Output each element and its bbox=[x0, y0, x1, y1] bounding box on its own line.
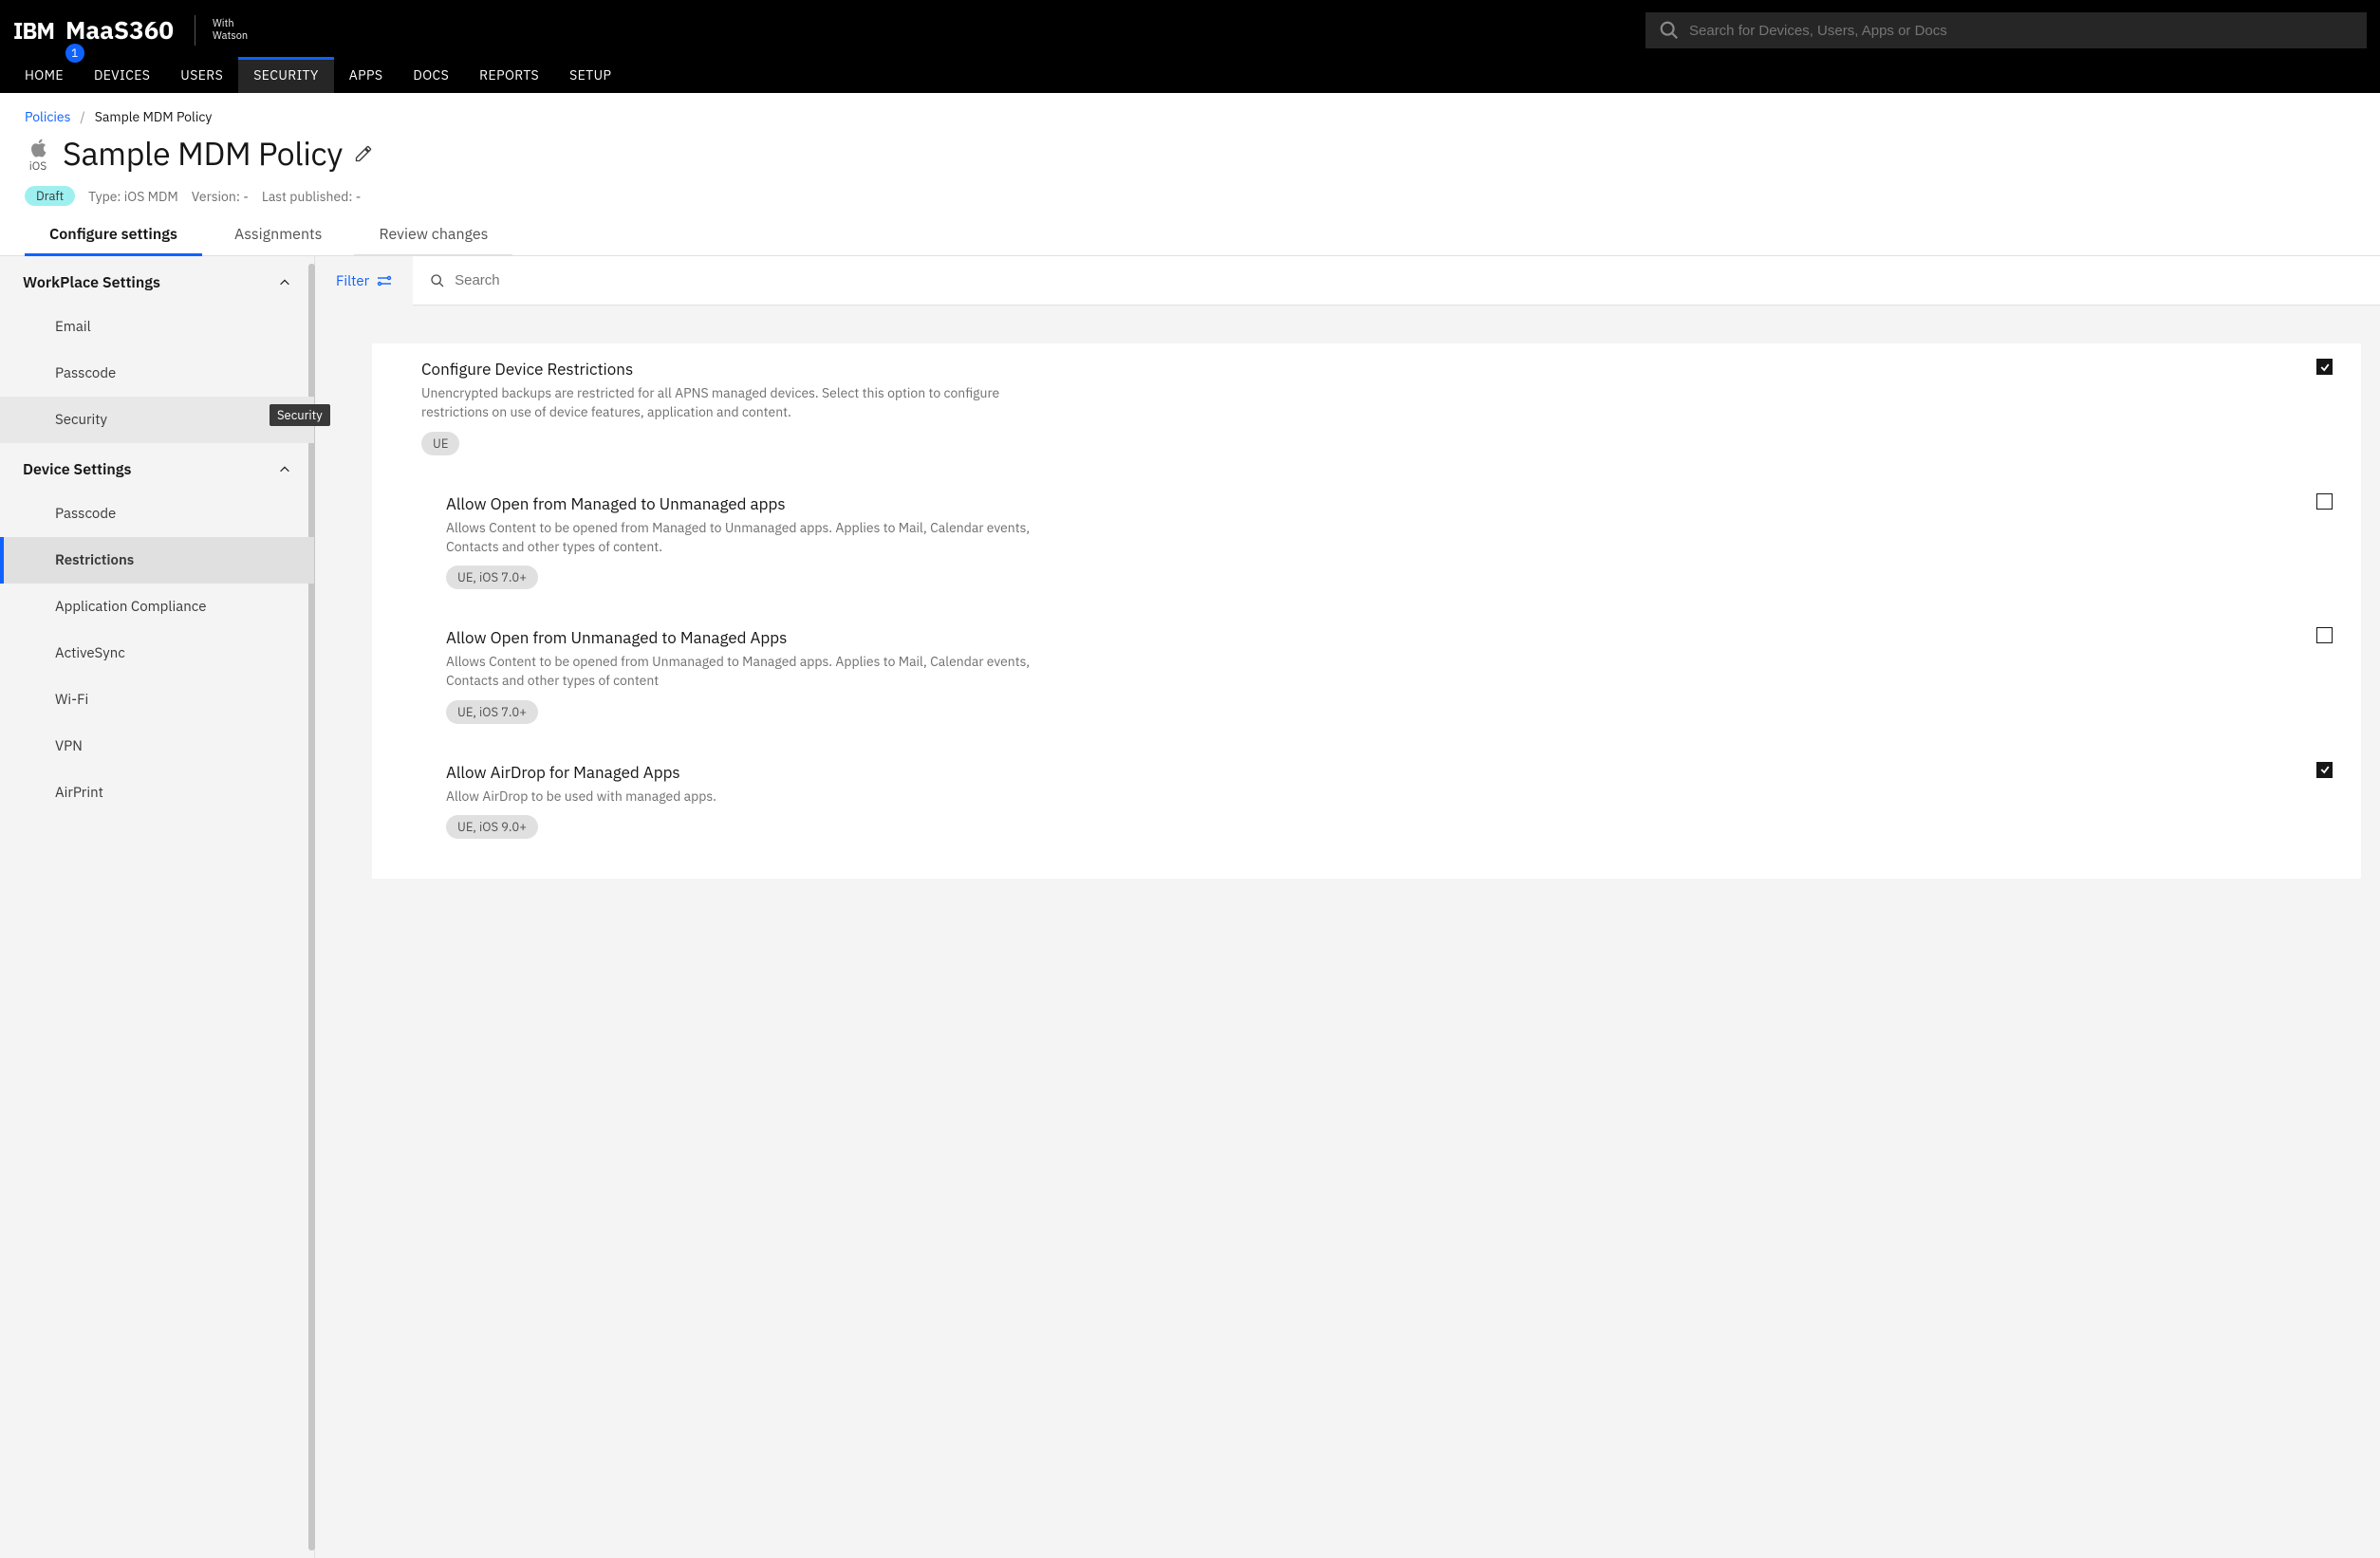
brand-product: MaaS360 bbox=[65, 14, 174, 46]
sidebar-item-vpn[interactable]: VPN bbox=[0, 723, 314, 770]
page-title: Sample MDM Policy bbox=[63, 133, 343, 175]
sidebar-item-restrictions[interactable]: Restrictions bbox=[0, 537, 314, 584]
setting-checkbox[interactable] bbox=[2316, 762, 2333, 778]
meta-type: Type: iOS MDM bbox=[88, 188, 178, 205]
setting-checkbox[interactable] bbox=[2316, 493, 2333, 510]
nav-apps[interactable]: APPS bbox=[334, 57, 399, 93]
nav-home[interactable]: HOME 1 bbox=[9, 57, 79, 93]
setting-row: Configure Device Restrictions Unencrypte… bbox=[372, 343, 2342, 478]
edit-icon[interactable] bbox=[354, 144, 373, 163]
nav-reports[interactable]: REPORTS bbox=[464, 57, 554, 93]
setting-title: Allow Open from Unmanaged to Managed App… bbox=[446, 627, 1053, 648]
sidebar-scrollbar[interactable] bbox=[308, 264, 315, 1550]
status-badge: Draft bbox=[25, 186, 75, 206]
setting-desc: Allows Content to be opened from Managed… bbox=[446, 518, 1053, 557]
tab-assignments[interactable]: Assignments bbox=[210, 215, 347, 255]
main-nav: HOME 1 DEVICES USERS SECURITY APPS DOCS … bbox=[0, 53, 2380, 93]
check-icon bbox=[2319, 764, 2331, 775]
setting-title: Allow AirDrop for Managed Apps bbox=[446, 762, 1053, 783]
setting-checkbox[interactable] bbox=[2316, 627, 2333, 643]
filter-bar: Filter bbox=[315, 256, 2380, 306]
meta-published: Last published: - bbox=[262, 188, 361, 205]
setting-row: Allow AirDrop for Managed Apps Allow Air… bbox=[372, 747, 2342, 862]
sidebar-group-device[interactable]: Device Settings bbox=[0, 443, 314, 491]
search-icon bbox=[430, 273, 445, 288]
breadcrumb-current: Sample MDM Policy bbox=[95, 108, 213, 125]
setting-desc: Allows Content to be opened from Unmanag… bbox=[446, 652, 1053, 691]
top-bar: IBM MaaS360 With Watson bbox=[0, 0, 2380, 53]
setting-row: Allow Open from Managed to Unmanaged app… bbox=[372, 478, 2342, 613]
nav-devices[interactable]: DEVICES bbox=[79, 57, 165, 93]
setting-tag: UE, iOS 7.0+ bbox=[446, 700, 538, 724]
setting-checkbox[interactable] bbox=[2316, 359, 2333, 375]
filter-button[interactable]: Filter bbox=[315, 272, 413, 290]
brand-watson: With Watson bbox=[213, 18, 248, 43]
breadcrumb-root[interactable]: Policies bbox=[25, 108, 70, 125]
tab-review-changes[interactable]: Review changes bbox=[354, 215, 512, 255]
sidebar-item-security[interactable]: Security Security bbox=[0, 397, 314, 443]
page-tabs: Configure settings Assignments Review ch… bbox=[25, 215, 2355, 255]
sidebar-item-airprint[interactable]: AirPrint bbox=[0, 770, 314, 816]
platform-label: iOS bbox=[29, 161, 46, 173]
page-header: Policies / Sample MDM Policy iOS Sample … bbox=[0, 93, 2380, 256]
setting-title: Allow Open from Managed to Unmanaged app… bbox=[446, 493, 1053, 514]
sidebar-item-app-compliance[interactable]: Application Compliance bbox=[0, 584, 314, 630]
content-body: WorkPlace Settings Email Passcode Securi… bbox=[0, 256, 2380, 1558]
sidebar-item-email[interactable]: Email bbox=[0, 304, 314, 350]
nav-security[interactable]: SECURITY bbox=[238, 57, 334, 93]
meta-version: Version: - bbox=[192, 188, 249, 205]
sidebar-item-wifi[interactable]: Wi-Fi bbox=[0, 677, 314, 723]
sidebar-item-passcode[interactable]: Passcode bbox=[0, 350, 314, 397]
nav-docs[interactable]: DOCS bbox=[398, 57, 464, 93]
global-search-input[interactable] bbox=[1689, 23, 2353, 39]
sidebar-tooltip: Security bbox=[270, 404, 330, 426]
brand: IBM MaaS360 With Watson bbox=[13, 14, 248, 46]
search-icon bbox=[1659, 20, 1680, 41]
nav-users[interactable]: USERS bbox=[165, 57, 238, 93]
global-search[interactable] bbox=[1646, 12, 2367, 48]
nav-setup[interactable]: SETUP bbox=[554, 57, 626, 93]
settings-search-input[interactable] bbox=[455, 272, 2363, 288]
brand-ibm: IBM bbox=[13, 15, 54, 46]
sidebar-item-activesync[interactable]: ActiveSync bbox=[0, 630, 314, 677]
setting-desc: Unencrypted backups are restricted for a… bbox=[421, 383, 1029, 422]
check-icon bbox=[2319, 362, 2331, 373]
settings-list: Configure Device Restrictions Unencrypte… bbox=[372, 343, 2361, 879]
sidebar-item-passcode-device[interactable]: Passcode bbox=[0, 491, 314, 537]
setting-tag: UE, iOS 9.0+ bbox=[446, 815, 538, 839]
breadcrumb: Policies / Sample MDM Policy bbox=[25, 108, 2355, 125]
setting-desc: Allow AirDrop to be used with managed ap… bbox=[446, 787, 1053, 806]
tab-configure-settings[interactable]: Configure settings bbox=[25, 215, 202, 255]
setting-tag: UE, iOS 7.0+ bbox=[446, 566, 538, 589]
platform-indicator: iOS bbox=[25, 135, 51, 173]
sidebar-group-workplace[interactable]: WorkPlace Settings bbox=[0, 256, 314, 304]
setting-title: Configure Device Restrictions bbox=[421, 359, 1029, 380]
chevron-up-icon bbox=[278, 276, 291, 289]
setting-tag: UE bbox=[421, 432, 459, 455]
apple-icon bbox=[25, 135, 51, 161]
filter-icon bbox=[377, 273, 392, 288]
settings-sidebar: WorkPlace Settings Email Passcode Securi… bbox=[0, 256, 315, 1558]
main-panel: Filter Configure Device Restrictions Une… bbox=[315, 256, 2380, 1558]
setting-row: Allow Open from Unmanaged to Managed App… bbox=[372, 612, 2342, 747]
settings-search[interactable] bbox=[413, 256, 2380, 306]
chevron-up-icon bbox=[278, 463, 291, 476]
